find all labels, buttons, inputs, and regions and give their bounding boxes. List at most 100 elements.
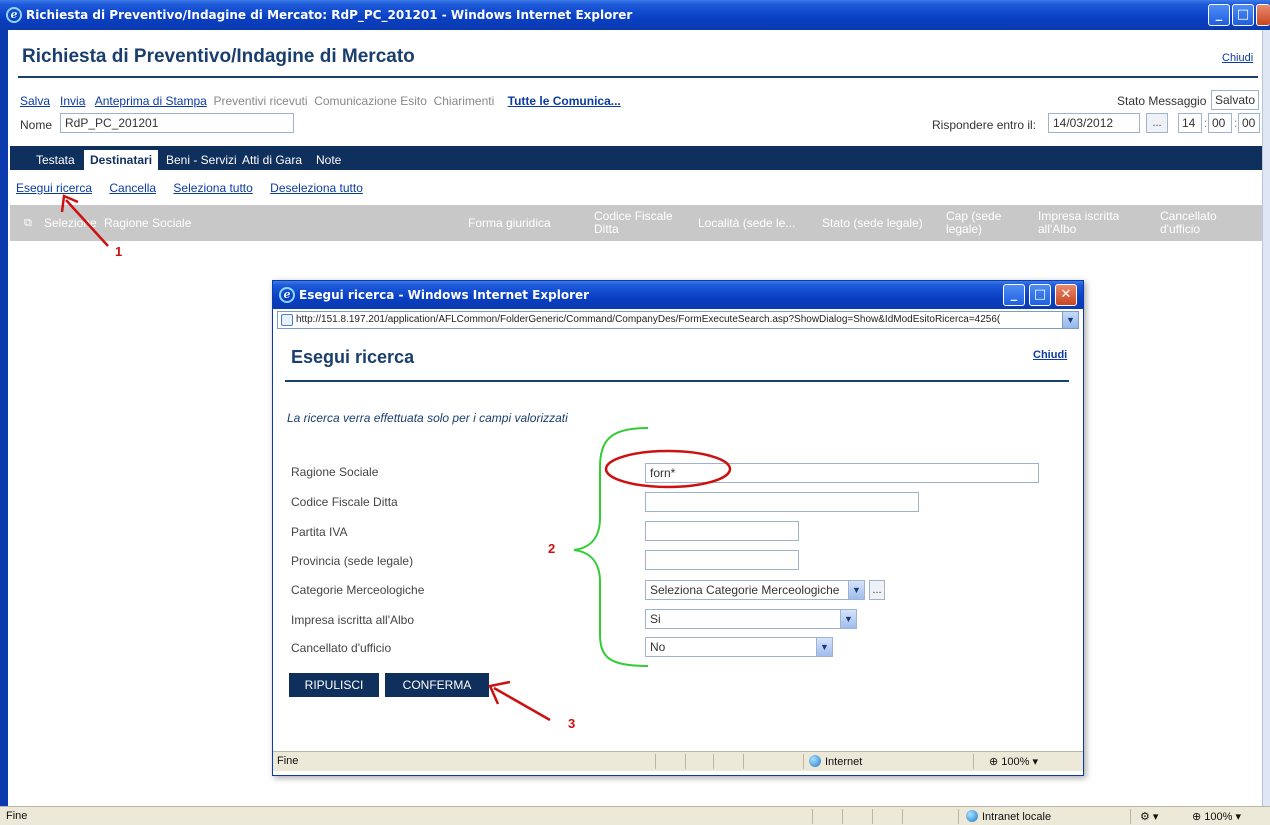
tab-testata[interactable]: Testata: [30, 150, 81, 170]
tab-beni-servizi[interactable]: Beni - Servizi: [160, 150, 243, 170]
status-divider: [902, 809, 903, 824]
status-divider: [973, 754, 974, 769]
brace-curve: [573, 427, 649, 667]
partita-iva-input[interactable]: [645, 521, 799, 541]
col-forma-giuridica[interactable]: Forma giuridica: [468, 217, 551, 230]
label-partita-iva: Partita IVA: [291, 525, 348, 539]
chevron-down-icon: ▼: [840, 610, 856, 628]
tab-destinatari[interactable]: Destinatari: [84, 150, 159, 170]
status-divider: [1130, 809, 1131, 824]
search-note: La ricerca verra effettuata solo per i c…: [287, 411, 568, 425]
send-link[interactable]: Invia: [60, 94, 85, 108]
search-popup-window: e Esegui ricerca - Windows Internet Expl…: [272, 280, 1084, 776]
respond-by-label: Rispondere entro il:: [932, 118, 1037, 132]
col-label-line: Cap (sede: [946, 209, 1002, 223]
col-label-line: Codice Fiscale: [594, 209, 673, 223]
codice-fiscale-input[interactable]: [645, 492, 919, 512]
message-status-label: Stato Messaggio: [1117, 94, 1207, 108]
popup-minimize-button[interactable]: _: [1003, 284, 1025, 306]
annotation-number-3: 3: [568, 716, 576, 731]
categorie-select[interactable]: Seleziona Categorie Merceologiche ▼: [645, 580, 865, 600]
clear-button[interactable]: RIPULISCI: [289, 673, 379, 697]
status-divider: [812, 809, 813, 824]
col-impresa-iscritta[interactable]: Impresa iscritta all'Albo: [1038, 210, 1119, 236]
col-localita[interactable]: Località (sede le...: [698, 217, 795, 230]
popup-zone: Internet: [809, 755, 862, 768]
arrow-line: [493, 686, 551, 722]
popup-heading: Esegui ricerca: [291, 347, 415, 367]
time-separator: :: [1234, 116, 1238, 130]
grid-header: ⧉ Selezione Ragione Sociale Forma giurid…: [10, 205, 1262, 241]
save-link[interactable]: Salva: [20, 94, 50, 108]
cancellato-select[interactable]: No ▼: [645, 637, 833, 657]
label-categorie: Categorie Merceologiche: [291, 583, 425, 597]
popup-status-bar: Fine Internet ⊕ 100% ▾: [273, 751, 1083, 771]
window-titlebar: e Richiesta di Preventivo/Indagine di Me…: [0, 0, 1270, 30]
col-label-line: Cancellato: [1160, 209, 1217, 223]
maximize-button[interactable]: □: [1232, 4, 1254, 26]
status-divider: [743, 754, 744, 769]
scrollbar-vertical[interactable]: [1262, 30, 1270, 810]
clarifications-item: Chiarimenti: [433, 94, 495, 108]
select-all-link[interactable]: Seleziona tutto: [173, 181, 252, 195]
ie-logo-icon: e: [6, 7, 22, 23]
page-title: Richiesta di Preventivo/Indagine di Merc…: [22, 46, 415, 67]
popup-content: Esegui ricerca Chiudi La ricerca verra e…: [277, 331, 1079, 749]
zoom-control[interactable]: ⊕ 100% ▾: [1192, 810, 1241, 823]
copy-icon[interactable]: ⧉: [24, 217, 32, 230]
tab-atti-di-gara[interactable]: Atti di Gara: [236, 150, 308, 170]
col-codice-fiscale[interactable]: Codice Fiscale Ditta: [594, 210, 673, 236]
popup-zoom-control[interactable]: ⊕ 100% ▾: [989, 755, 1038, 768]
address-bar[interactable]: http://151.8.197.201/application/AFLComm…: [277, 311, 1079, 329]
tab-note[interactable]: Note: [310, 150, 347, 170]
popup-close-button[interactable]: ✕: [1055, 284, 1077, 306]
col-cap[interactable]: Cap (sede legale): [946, 210, 1001, 236]
label-codice-fiscale: Codice Fiscale Ditta: [291, 495, 398, 509]
name-field[interactable]: RdP_PC_201201: [60, 113, 294, 133]
status-divider: [803, 754, 804, 769]
arrow-line: [65, 199, 109, 247]
minute-field[interactable]: 00: [1208, 113, 1232, 133]
confirm-button[interactable]: CONFERMA: [385, 673, 489, 697]
annotation-number-2: 2: [548, 541, 556, 556]
window-title: Richiesta di Preventivo/Indagine di Merc…: [26, 8, 633, 22]
protected-mode-icon[interactable]: ⚙ ▾: [1140, 810, 1158, 823]
provincia-input[interactable]: [645, 550, 799, 570]
label-impresa-iscritta: Impresa iscritta all'Albo: [291, 613, 414, 627]
minimize-button[interactable]: _: [1208, 4, 1230, 26]
popup-titlebar: e Esegui ricerca - Windows Internet Expl…: [273, 281, 1083, 309]
chevron-down-icon: ▼: [816, 638, 832, 656]
quotes-received-item: Preventivi ricevuti: [213, 94, 308, 108]
popup-divider: [285, 380, 1069, 382]
ie-logo-icon: e: [279, 287, 295, 303]
impresa-iscritta-select[interactable]: Si ▼: [645, 609, 857, 629]
name-label: Nome: [20, 118, 53, 132]
status-divider: [685, 754, 686, 769]
popup-title: Esegui ricerca - Windows Internet Explor…: [299, 288, 590, 302]
categorie-picker-button[interactable]: ...: [869, 580, 885, 600]
close-window-button[interactable]: [1256, 4, 1270, 26]
toolbar: Salva Invia Anteprima di Stampa Preventi…: [20, 94, 621, 108]
date-field[interactable]: 14/03/2012: [1048, 113, 1140, 133]
date-picker-button[interactable]: ...: [1146, 113, 1168, 133]
col-cancellato[interactable]: Cancellato d'ufficio: [1160, 210, 1217, 236]
annotation-brace: [573, 427, 649, 667]
col-stato[interactable]: Stato (sede legale): [822, 217, 923, 230]
chevron-down-icon: ▼: [848, 581, 864, 599]
tab-bar: Testata Destinatari Beni - Servizi Atti …: [10, 146, 1262, 170]
label-ragione-sociale: Ragione Sociale: [291, 465, 379, 479]
status-text: Fine: [6, 810, 28, 822]
close-link[interactable]: Chiudi: [1222, 52, 1253, 64]
status-divider: [842, 809, 843, 824]
time-separator: :: [1204, 116, 1208, 130]
arrow-head: [488, 680, 511, 705]
deselect-all-link[interactable]: Deseleziona tutto: [270, 181, 363, 195]
second-field[interactable]: 00: [1238, 113, 1260, 133]
print-preview-link[interactable]: Anteprima di Stampa: [95, 94, 207, 108]
hour-field[interactable]: 14: [1178, 113, 1202, 133]
popup-close-link[interactable]: Chiudi: [1033, 349, 1067, 361]
globe-icon: [809, 755, 821, 767]
address-dropdown-icon[interactable]: ▼: [1062, 312, 1078, 328]
popup-maximize-button[interactable]: □: [1029, 284, 1051, 306]
all-communications-link[interactable]: Tutte le Comunica...: [508, 94, 621, 108]
